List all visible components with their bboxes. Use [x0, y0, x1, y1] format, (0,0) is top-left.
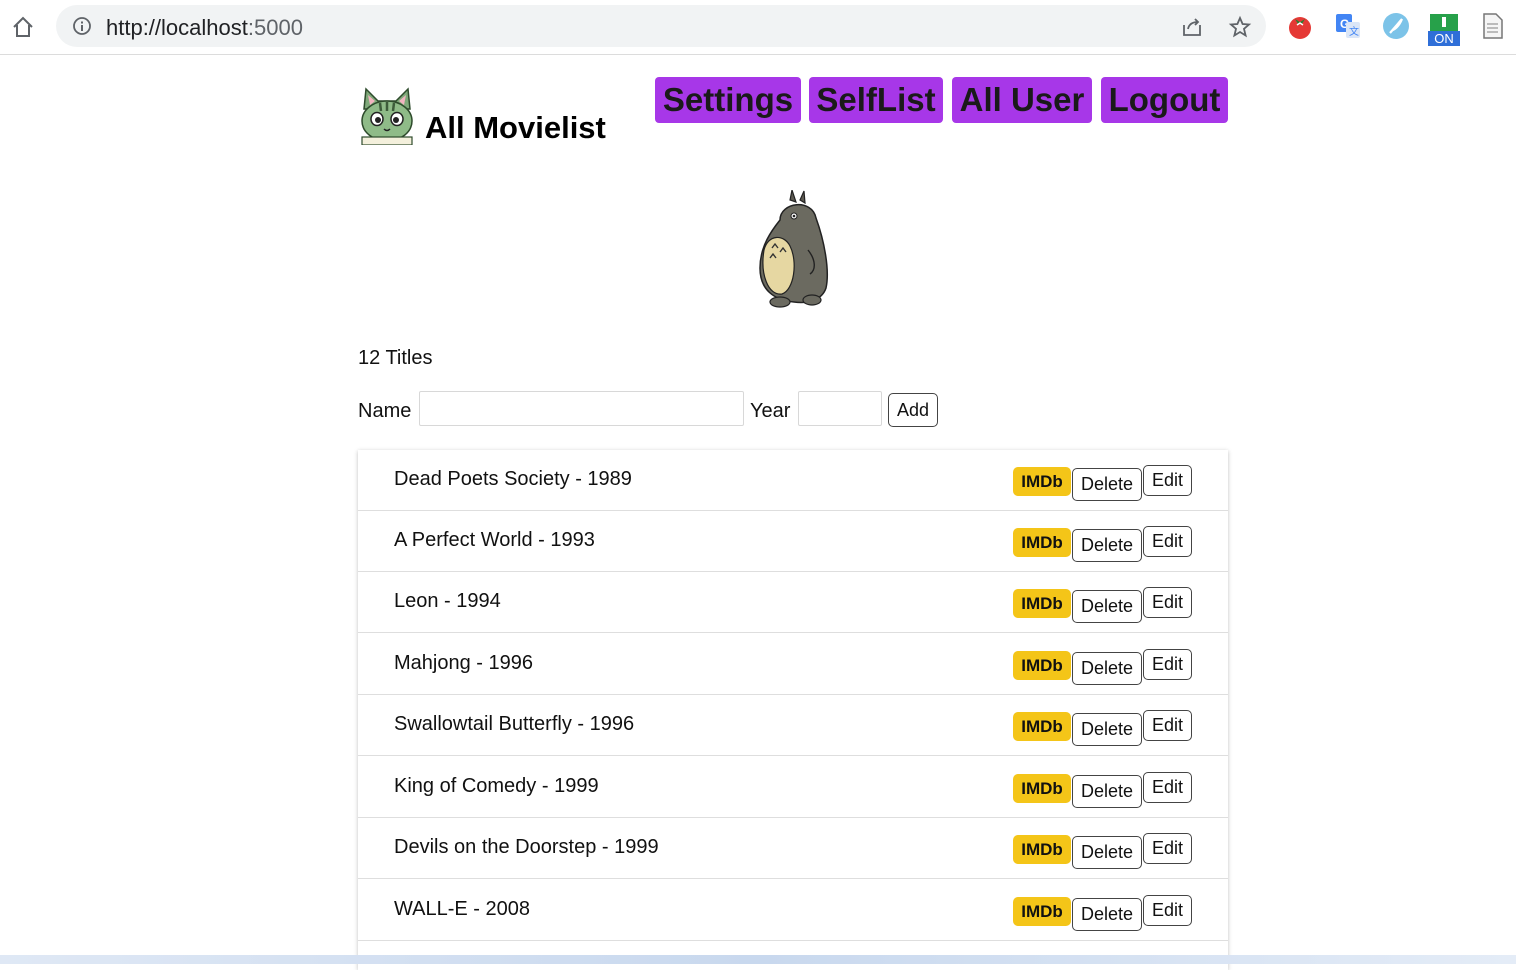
url-port: :5000 [247, 15, 303, 40]
delete-button[interactable]: Delete [1072, 713, 1142, 746]
imdb-button[interactable]: IMDb [1013, 528, 1071, 557]
tomato-icon[interactable] [1286, 12, 1314, 40]
movie-title: Leon - 1994 [394, 590, 501, 612]
imdb-button[interactable]: IMDb [1013, 712, 1071, 741]
delete-button[interactable]: Delete [1072, 652, 1142, 685]
edit-button[interactable]: Edit [1143, 465, 1192, 496]
totoro-image [759, 190, 829, 308]
delete-button[interactable]: Delete [1072, 775, 1142, 808]
movie-title: Mahjong - 1996 [394, 652, 533, 674]
delete-button[interactable]: Delete [1072, 468, 1142, 501]
movie-row: King of Comedy - 1999 IMDb Delete Edit [358, 757, 1228, 818]
page-title: All Movielist [425, 110, 606, 145]
movie-list: Dead Poets Society - 1989 IMDb Delete Ed… [358, 450, 1228, 970]
url-host: http://localhost [106, 15, 248, 40]
year-label: Year [750, 400, 791, 422]
home-icon[interactable] [10, 14, 36, 40]
edit-button[interactable]: Edit [1143, 649, 1192, 680]
movie-title: Dead Poets Society - 1989 [394, 468, 632, 490]
edit-button[interactable]: Edit [1143, 895, 1192, 926]
on-badge: ON [1428, 31, 1460, 46]
delete-button[interactable]: Delete [1072, 836, 1142, 869]
imdb-button[interactable]: IMDb [1013, 467, 1071, 496]
movie-row: A Perfect World - 1993 IMDb Delete Edit [358, 511, 1228, 572]
edit-button[interactable]: Edit [1143, 772, 1192, 803]
movie-row: Mahjong - 1996 IMDb Delete Edit [358, 634, 1228, 695]
title-count: 12 Titles [358, 347, 433, 369]
movie-title: King of Comedy - 1999 [394, 775, 599, 797]
settings-button[interactable]: Settings [655, 77, 801, 123]
window-bottom-edge [0, 955, 1516, 964]
movie-title: Swallowtail Butterfly - 1996 [394, 713, 635, 735]
movie-title: A Perfect World - 1993 [394, 529, 595, 551]
imdb-button[interactable]: IMDb [1013, 897, 1071, 926]
movie-title: WALL-E - 2008 [394, 898, 530, 920]
movie-row: Swallowtail Butterfly - 1996 IMDb Delete… [358, 695, 1228, 756]
document-icon[interactable] [1478, 12, 1506, 40]
page-content: All Movielist Settings SelfList All User… [358, 54, 1228, 970]
selflist-button[interactable]: SelfList [809, 77, 943, 123]
address-bar[interactable]: http://localhost:5000 [56, 5, 1266, 47]
cat-logo-icon [361, 87, 413, 145]
name-label: Name [358, 400, 412, 422]
svg-text:文: 文 [1349, 25, 1359, 38]
imdb-button[interactable]: IMDb [1013, 835, 1071, 864]
movie-row: Devils on the Doorstep - 1999 IMDb Delet… [358, 818, 1228, 879]
edit-button[interactable]: Edit [1143, 526, 1192, 557]
movie-title: Devils on the Doorstep - 1999 [394, 836, 659, 858]
feather-icon[interactable] [1382, 12, 1410, 40]
imdb-button[interactable]: IMDb [1013, 774, 1071, 803]
browser-toolbar: http://localhost:5000 G 文 ON [0, 0, 1516, 55]
delete-button[interactable]: Delete [1072, 529, 1142, 562]
movie-row: Leon - 1994 IMDb Delete Edit [358, 572, 1228, 633]
imdb-button[interactable]: IMDb [1013, 651, 1071, 680]
info-icon[interactable] [72, 16, 92, 36]
all-user-button[interactable]: All User [952, 77, 1092, 123]
movie-row: WALL-E - 2008 IMDb Delete Edit [358, 880, 1228, 941]
edit-button[interactable]: Edit [1143, 833, 1192, 864]
on-switch-icon[interactable]: ON [1428, 12, 1460, 46]
bookmark-star-icon[interactable] [1228, 15, 1252, 39]
share-icon[interactable] [1180, 15, 1204, 39]
movie-row: Dead Poets Society - 1989 IMDb Delete Ed… [358, 450, 1228, 511]
logout-button[interactable]: Logout [1101, 77, 1228, 123]
edit-button[interactable]: Edit [1143, 587, 1192, 618]
delete-button[interactable]: Delete [1072, 590, 1142, 623]
edit-button[interactable]: Edit [1143, 710, 1192, 741]
delete-button[interactable]: Delete [1072, 898, 1142, 931]
add-button[interactable]: Add [888, 393, 938, 427]
translate-icon[interactable]: G 文 [1334, 12, 1362, 40]
year-input[interactable] [798, 391, 882, 426]
url-text[interactable]: http://localhost:5000 [106, 15, 303, 41]
imdb-button[interactable]: IMDb [1013, 589, 1071, 618]
name-input[interactable] [419, 391, 744, 426]
